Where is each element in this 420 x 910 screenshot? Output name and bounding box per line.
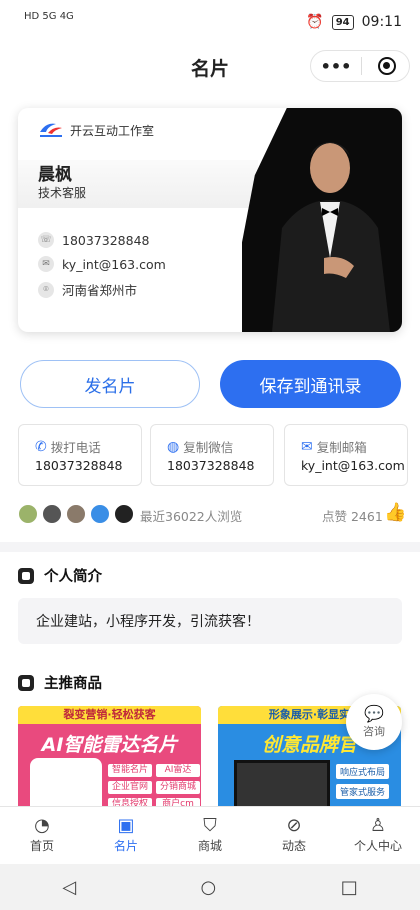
products-title: 主推商品 [44,676,102,692]
wechat-icon: ◍ [167,438,180,455]
copy-wechat-box[interactable]: ◍ 复制微信 18037328848 [150,424,274,486]
compass-icon: ⊘ [286,815,302,836]
phone-icon: ☏ [38,232,54,248]
email-label: 复制邮箱 [316,440,367,455]
thumbs-up-icon[interactable]: 👍 [384,502,406,523]
visitor-avatar[interactable] [42,504,62,524]
view-count: 最近36022人浏览 [140,509,243,524]
call-phone-box[interactable]: ✆ 拨打电话 18037328848 [18,424,142,486]
visitor-avatar[interactable] [114,504,134,524]
recents-icon[interactable]: □ [341,877,358,898]
product-tag: AI雷达 [156,764,200,777]
intro-text: 企业建站，小程序开发，引流获客！ [18,598,402,644]
tab-bar: ◔ 首页 ▣ 名片 ⛉ 商城 ⊘ 动态 ♙ 个人中心 [0,806,420,864]
tab-moments[interactable]: ⊘ 动态 [252,807,336,864]
tab-profile[interactable]: ♙ 个人中心 [336,807,420,864]
tab-label: 首页 [29,839,54,853]
back-icon[interactable]: ◁ [62,877,76,898]
signal-indicators: HD 5G 4G [24,11,74,22]
product-tag: 响应式布局 [336,764,390,779]
card-email: ky_int@163.com [62,256,166,272]
product-card[interactable]: 裂变营销·轻松获客 AI智能雷达名片 智能名片 AI雷达 企业官网 分销商城 信… [18,706,201,810]
profile-section-icon [18,567,34,584]
visitor-avatar[interactable] [90,504,110,524]
business-card[interactable]: 开云互动工作室 晨枫 技术客服 ☏ 18037328848 ✉ ky_int@163… [18,108,402,332]
capsule-divider [361,57,362,75]
tab-label: 名片 [113,839,138,853]
intro-heading: 个人简介 [18,565,102,586]
tab-shop[interactable]: ⛉ 商城 [168,807,252,864]
save-contact-button[interactable]: 保存到通讯录 [220,360,401,408]
location-icon: ⌾ [38,281,54,298]
clock: 09:11 [361,14,402,30]
wechat-label: 复制微信 [183,440,234,455]
card-icon: ▣ [117,815,135,836]
call-value: 18037328848 [35,458,123,473]
mini-program-capsule: ••• [310,50,410,82]
phone-icon: ✆ [35,438,47,455]
shop-icon: ⛉ [203,815,217,836]
visitor-avatar[interactable] [66,504,86,524]
consult-label: 咨询 [363,725,385,738]
like-count: 点赞 2461 [322,509,383,524]
user-icon: ♙ [369,815,387,836]
more-menu-button[interactable]: ••• [311,57,361,76]
card-email-row: ✉ ky_int@163.com [38,256,166,272]
mail-icon: ✉ [301,438,313,455]
card-location: 河南省郑州市 [62,283,138,298]
profile-photo [242,108,402,332]
card-phone-row: ☏ 18037328848 [38,232,149,248]
intro-title: 个人简介 [44,569,102,585]
status-right: ⏰ 94 09:11 [306,14,402,30]
product-banner: 裂变营销·轻松获客 [18,706,201,724]
person-photo-icon [272,142,390,332]
wechat-value: 18037328848 [167,458,255,473]
battery-indicator: 94 [331,14,354,30]
visitor-avatar[interactable] [18,504,38,524]
email-value: ky_int@163.com [301,458,405,473]
tab-home[interactable]: ◔ 首页 [0,807,84,864]
monitor-mockup-image [234,760,330,810]
company-logo-icon [40,123,62,137]
alarm-icon: ⏰ [306,14,324,30]
tab-label: 个人中心 [353,839,402,853]
tab-card[interactable]: ▣ 名片 [84,807,168,864]
bag-section-icon [18,674,34,691]
job-title: 技术客服 [38,186,87,200]
product-headline: AI智能雷达名片 [41,734,178,756]
products-heading: 主推商品 [18,672,102,693]
card-location-row: ⌾ 河南省郑州市 [38,280,137,299]
close-target-button[interactable] [378,57,396,75]
mail-icon: ✉ [38,256,54,272]
product-tag: 管家式服务 [336,784,390,799]
phone-mockup-image [30,758,102,810]
copy-email-box[interactable]: ✉ 复制邮箱 ky_int@163.com [284,424,408,486]
home-circle-icon[interactable]: ○ [201,877,217,898]
system-nav-bar: ◁ ○ □ [0,864,420,910]
chat-icon: 💬 [364,704,384,723]
home-icon: ◔ [34,815,50,836]
product-tag: 分销商城 [156,781,200,794]
status-bar: HD 5G 4G ⏰ 94 09:11 [0,0,420,44]
send-card-button[interactable]: 发名片 [20,360,200,408]
tab-label: 动态 [281,839,306,853]
card-phone: 18037328848 [62,232,150,248]
company-name: 开云互动工作室 [70,124,155,138]
call-label: 拨打电话 [50,440,101,455]
product-tags: 智能名片 AI雷达 企业官网 分销商城 信息授权 商户cm [108,764,200,810]
product-tag: 企业官网 [108,781,152,794]
consult-button[interactable]: 💬 咨询 [346,694,402,750]
product-tag: 智能名片 [108,764,152,777]
person-name: 晨枫 [38,165,72,185]
tab-label: 商城 [197,839,222,853]
product-tags: 响应式布局 管家式服务 [336,764,390,799]
